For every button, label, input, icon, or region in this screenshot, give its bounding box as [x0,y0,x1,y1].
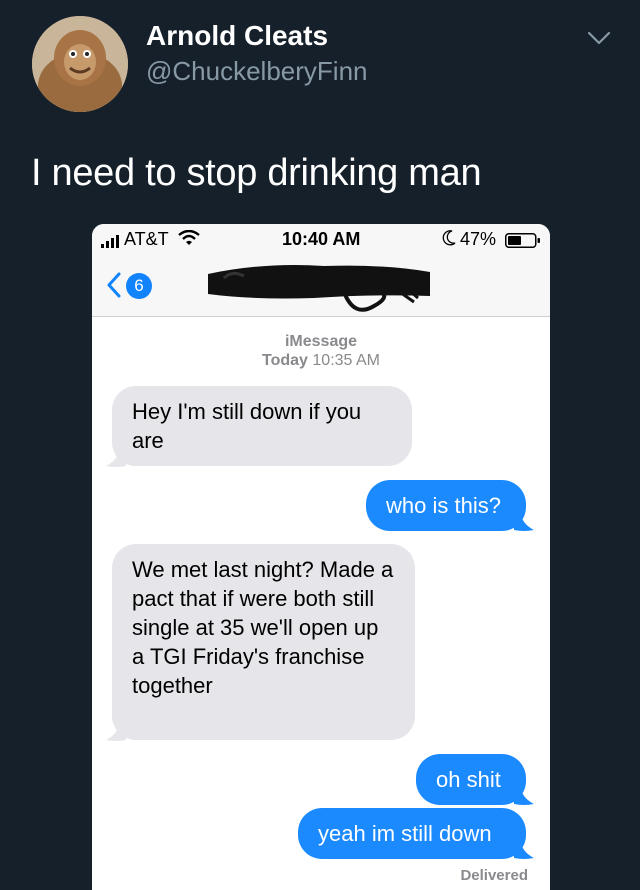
carrier-label: AT&T [124,229,169,249]
delivery-status: Delivered [460,867,528,884]
author-handle[interactable]: @ChuckelberyFinn [146,56,367,87]
back-button[interactable]: 6 [106,268,162,302]
author-name[interactable]: Arnold Cleats [146,20,328,52]
redacted-contact-name [204,258,434,324]
message-screenshot[interactable]: AT&T 10:40 AM 47% 6 iMessage Today 10:35… [92,224,550,890]
wifi-icon [178,229,200,246]
battery-icon [505,232,541,248]
conversation-timestamp: Today 10:35 AM [92,352,550,370]
unread-badge: 6 [126,273,152,299]
service-label: iMessage [284,333,358,350]
timestamp-day: Today [262,352,308,369]
message-bubble-incoming[interactable]: We met last night? Made a pact that if w… [112,544,415,740]
message-bubble-incoming[interactable]: Hey I'm still down if you are [112,386,412,466]
tweet-text: I need to stop drinking man [31,152,482,194]
signal-icon [101,232,121,248]
message-bubble-outgoing[interactable]: oh shit [416,754,526,805]
message-bubble-outgoing[interactable]: yeah im still down [298,808,526,859]
chevron-down-icon[interactable] [586,28,612,48]
status-time: 10:40 AM [282,229,361,249]
timestamp-time: 10:35 AM [312,352,380,369]
message-bubble-outgoing[interactable]: who is this? [366,480,526,531]
author-avatar[interactable] [32,16,128,112]
messages-nav-bar: AT&T 10:40 AM 47% 6 [92,224,550,317]
status-bar: AT&T 10:40 AM 47% [92,224,550,254]
battery-percent: 47% [460,229,497,249]
do-not-disturb-icon [442,230,456,246]
chevron-left-icon [106,272,122,298]
